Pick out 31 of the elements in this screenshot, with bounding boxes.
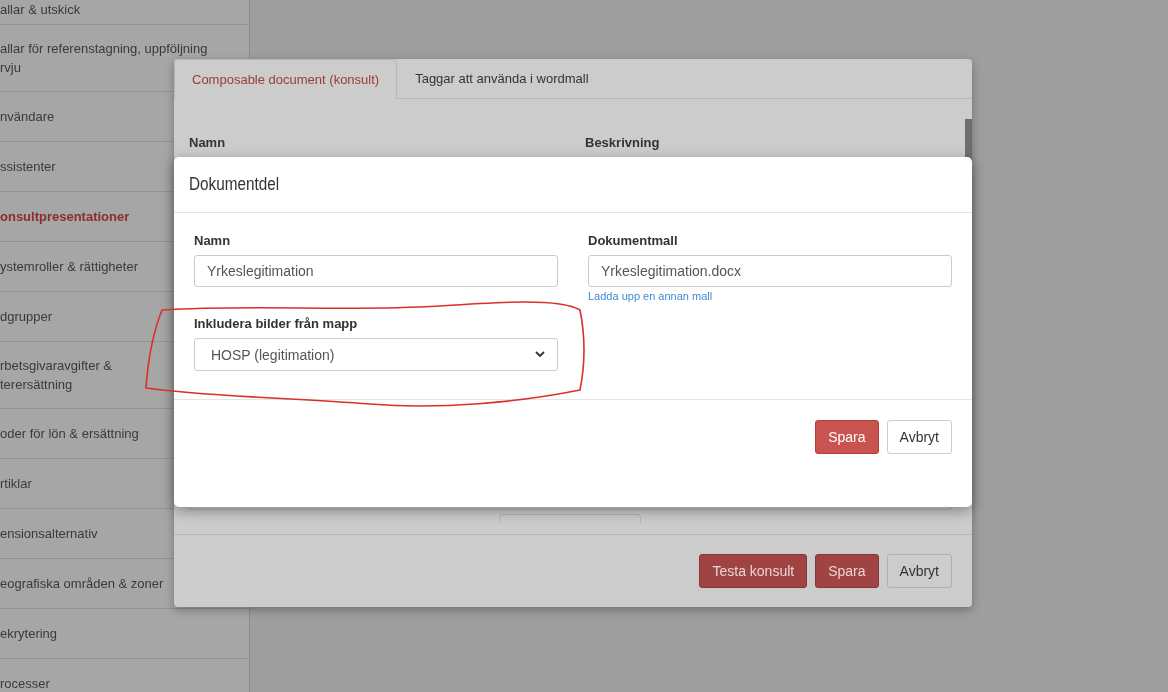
sidebar-item[interactable]: rtiklar (0, 474, 32, 493)
sidebar-item[interactable]: rbetsgivaravgifter & terersättning (0, 356, 112, 394)
field-label: Namn (194, 233, 232, 248)
column-header: Namn (189, 135, 227, 150)
cancel-button[interactable]: Avbryt (886, 554, 952, 588)
sidebar-item[interactable]: dgrupper (0, 307, 53, 326)
template-input[interactable]: Yrkeslegitimation.docx (588, 255, 952, 287)
sidebar-item[interactable]: ensionsalternativ (0, 524, 98, 543)
column-header: Beskrivning (585, 135, 660, 150)
sidebar-item[interactable]: onsultpresentationer (0, 207, 130, 226)
sidebar-item[interactable]: ystemroller & rättigheter (0, 257, 138, 276)
tab[interactable]: Composable document (konsult) (174, 59, 398, 99)
name-input[interactable]: Yrkeslegitimation (194, 255, 558, 287)
sidebar-item[interactable]: oder för lön & ersättning (0, 424, 139, 443)
sidebar-item[interactable]: ekrytering (0, 624, 58, 643)
folder-select[interactable]: HOSP (legitimation) (194, 338, 558, 371)
sidebar-item[interactable]: allar & utskick (0, 0, 81, 19)
upload-link[interactable]: Ladda upp en annan mall (588, 290, 952, 302)
field-label: Dokumentmall (588, 233, 679, 248)
sidebar-item[interactable]: nvändare (0, 107, 55, 126)
field-label: Inkludera bilder från mapp (194, 316, 359, 331)
cancel-button[interactable]: Avbryt (886, 420, 952, 454)
action-button[interactable]: Testa konsult (699, 554, 808, 588)
sidebar-item[interactable]: eografiska områden & zoner (0, 574, 164, 593)
sidebar-item[interactable]: ssistenter (0, 157, 56, 176)
sidebar-item[interactable]: rocesser (0, 674, 50, 692)
dialog-title: Dokumentdel (189, 174, 280, 195)
caret-icon (535, 351, 545, 358)
action-button[interactable]: Spara (815, 420, 879, 454)
tab[interactable]: Taggar att använda i wordmall (397, 59, 607, 98)
action-button[interactable]: Spara (815, 554, 879, 588)
